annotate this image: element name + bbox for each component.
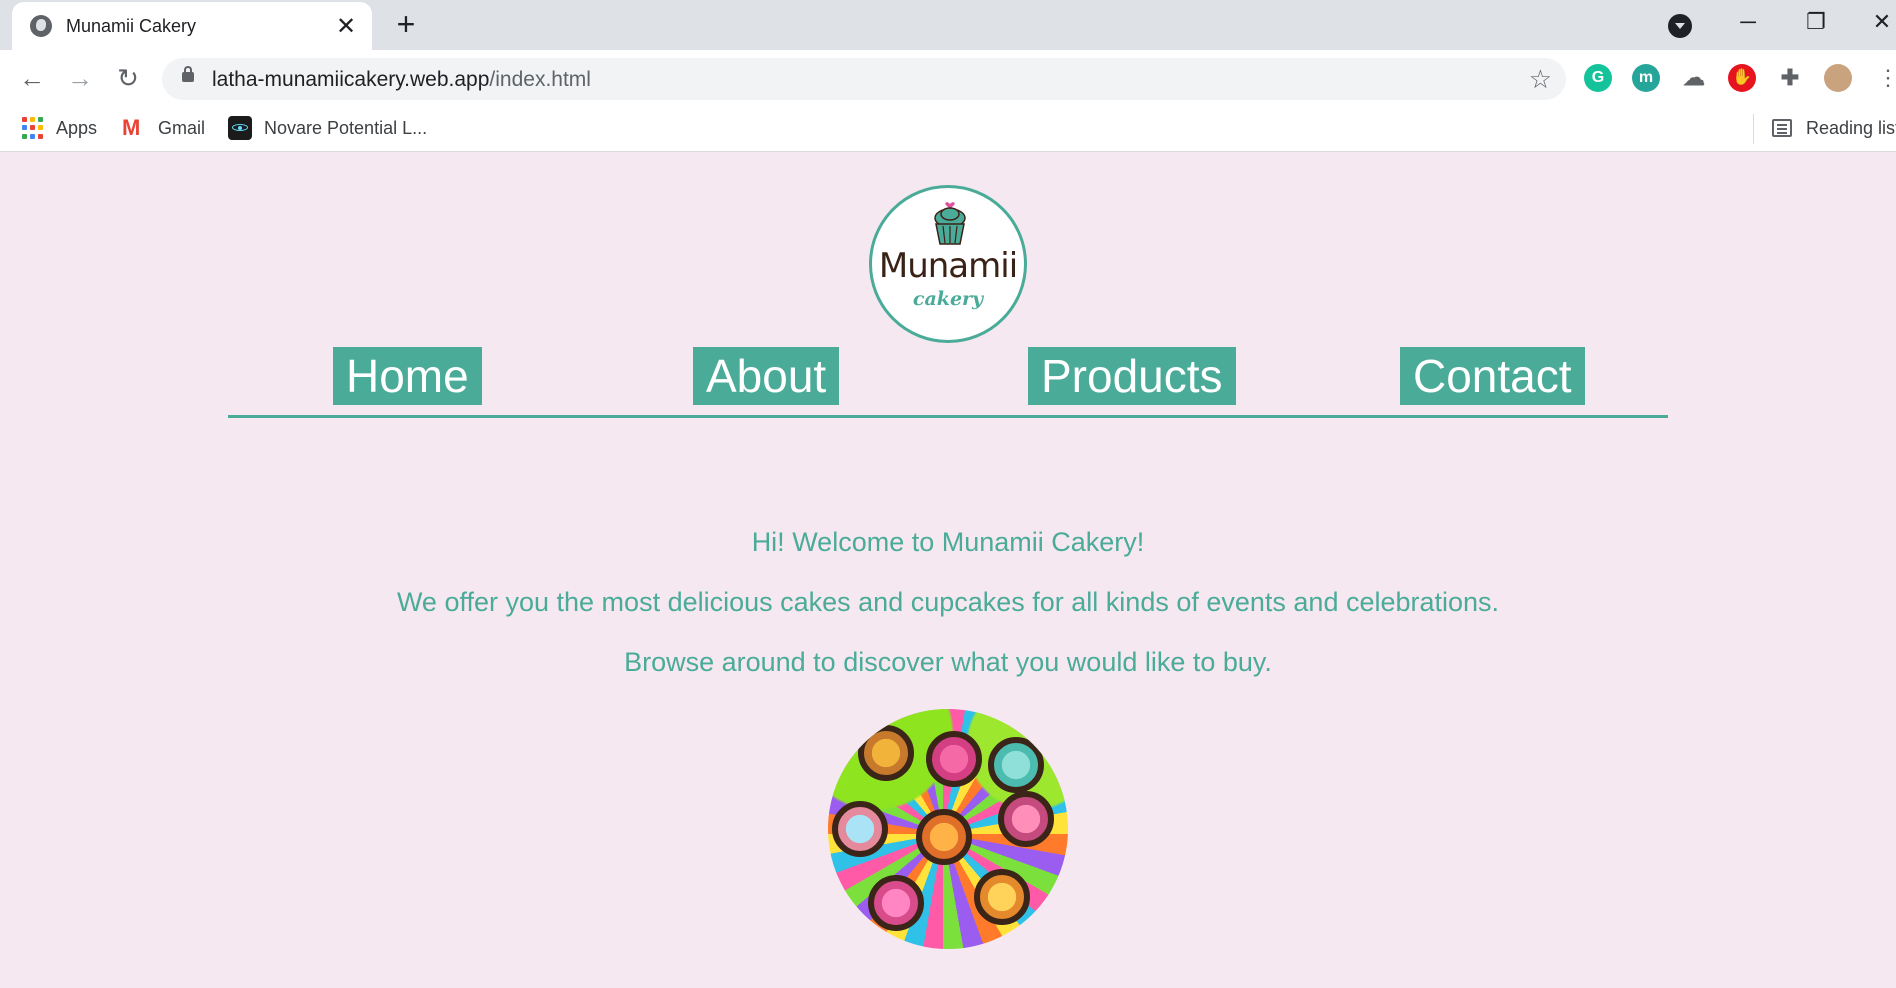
bookmark-label: Gmail: [158, 117, 206, 138]
reading-list-button[interactable]: Reading list: [1772, 114, 1896, 142]
profile-avatar[interactable]: [1824, 64, 1852, 92]
cupcake: [974, 869, 1030, 925]
cupcake-icon: [934, 202, 966, 245]
bookmark-star-icon[interactable]: ☆: [1529, 64, 1552, 95]
cupcake: [916, 809, 972, 865]
cupcake: [858, 725, 914, 781]
browser-tab[interactable]: Munamii Cakery ✕: [12, 2, 372, 50]
reading-list-icon: [1772, 119, 1792, 137]
puzzle-icon[interactable]: ✚: [1776, 64, 1804, 92]
cupcake: [998, 791, 1054, 847]
adblock-icon[interactable]: ✋: [1728, 64, 1756, 92]
back-icon[interactable]: ←: [14, 60, 50, 96]
address-bar[interactable]: latha-munamiicakery.web.app/index.html ☆: [162, 58, 1566, 100]
grammarly-icon[interactable]: G: [1584, 64, 1612, 92]
bookmark-label: Novare Potential L...: [264, 117, 428, 138]
offer-text: We offer you the most delicious cakes an…: [396, 587, 1500, 617]
bookmark-apps[interactable]: Apps: [22, 114, 97, 142]
cupcake: [988, 737, 1044, 793]
reload-icon[interactable]: ↻: [110, 60, 146, 96]
m-extension-icon[interactable]: m: [1632, 64, 1660, 92]
url-path: /index.html: [489, 68, 591, 91]
nav-contact[interactable]: Contact: [1400, 347, 1585, 405]
cupcake: [832, 801, 888, 857]
menu-icon[interactable]: ⋮: [1870, 60, 1896, 96]
tab-search-icon[interactable]: [1668, 14, 1692, 38]
url-host: latha-munamiicakery.web.app: [212, 68, 490, 91]
forward-icon[interactable]: →: [62, 60, 98, 96]
new-tab-button[interactable]: +: [388, 6, 424, 42]
cupcake: [868, 875, 924, 931]
nav-about[interactable]: About: [693, 347, 840, 405]
welcome-text: Hi! Welcome to Munamii Cakery!: [751, 527, 1145, 557]
close-window-icon[interactable]: ✕: [1852, 0, 1896, 44]
bookmark-novare[interactable]: Novare Potential L...: [228, 114, 427, 142]
site-logo[interactable]: Munamii cakery: [869, 185, 1027, 343]
minimize-icon[interactable]: ─: [1718, 0, 1778, 44]
lock-icon: [182, 66, 194, 82]
close-tab-icon[interactable]: ✕: [328, 12, 364, 41]
bookmarks-divider: [1753, 114, 1754, 144]
tab-strip: Munamii Cakery ✕ + ─ ❐ ✕: [0, 0, 1896, 50]
restore-icon[interactable]: ❐: [1786, 0, 1846, 44]
bookmark-label: Apps: [56, 117, 98, 138]
browse-text: Browse around to discover what you would…: [624, 647, 1272, 677]
browser-toolbar: ← → ↻ latha-munamiicakery.web.app/index.…: [0, 50, 1896, 106]
logo-subtitle: cakery: [912, 288, 984, 310]
bookmarks-bar: Apps Gmail Novare Potential L... Reading…: [0, 106, 1896, 152]
cupcakes-image: [828, 709, 1068, 949]
url-text[interactable]: latha-munamiicakery.web.app/index.html: [212, 68, 591, 92]
nav-divider: [228, 415, 1668, 418]
globe-icon: [30, 15, 52, 37]
react-icon: [228, 116, 252, 140]
gmail-icon: [122, 115, 146, 141]
apps-grid-icon: [22, 117, 44, 139]
nav-products[interactable]: Products: [1028, 347, 1236, 405]
bookmark-gmail[interactable]: Gmail: [122, 114, 205, 142]
page-content: Munamii cakery Home About Products Conta…: [0, 153, 1896, 988]
nav-home[interactable]: Home: [333, 347, 482, 405]
tab-title: Munamii Cakery: [66, 15, 197, 36]
cupcake: [926, 731, 982, 787]
cloud-extension-icon[interactable]: ☁: [1680, 64, 1708, 92]
reading-list-label: Reading list: [1806, 117, 1896, 138]
logo-name: Munamii: [878, 246, 1018, 286]
